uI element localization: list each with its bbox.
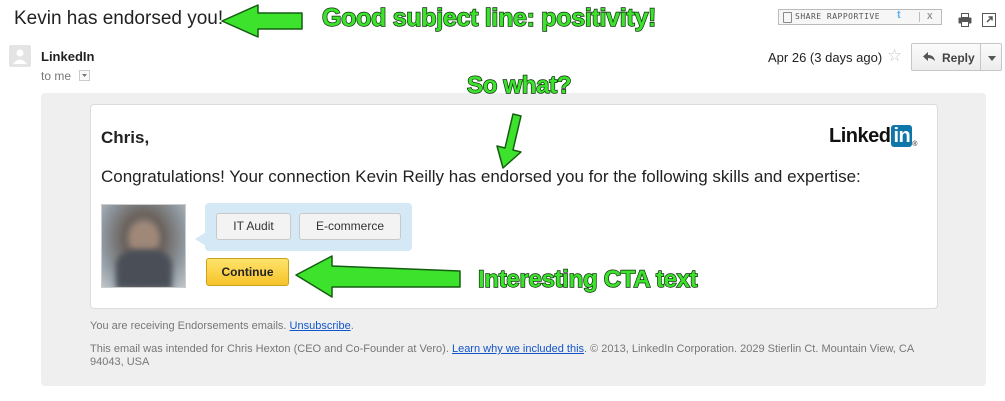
annotation-cta-note: Interesting CTA text: [477, 265, 698, 293]
annotation-subject-note: Good subject line: positivity!: [321, 3, 657, 32]
annotation-arrow-cta: [295, 255, 461, 298]
annotation-so-what-note: So what?: [466, 71, 572, 99]
